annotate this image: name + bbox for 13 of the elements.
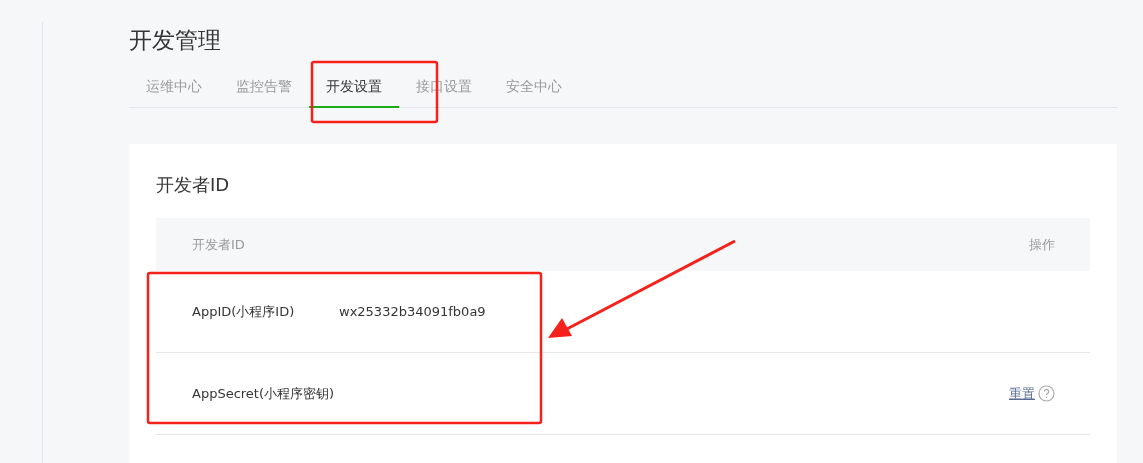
row-label: AppID(小程序ID) <box>192 302 296 321</box>
reset-link[interactable]: 重置 <box>1009 384 1035 403</box>
row-value: wx25332b34091fb0a9 <box>339 304 487 319</box>
tab[interactable]: 开发设置 <box>309 78 399 108</box>
section-title: 开发者ID <box>156 173 231 197</box>
help-icon[interactable] <box>1038 385 1055 402</box>
row-label: AppSecret(小程序密钥) <box>192 384 336 403</box>
tab[interactable]: 运维中心 <box>129 78 219 108</box>
column-header: 开发者ID <box>192 235 245 254</box>
column-header: 操作 <box>1029 235 1055 254</box>
tab[interactable]: 安全中心 <box>489 78 579 108</box>
tab[interactable]: 监控告警 <box>219 78 309 108</box>
page-title: 开发管理 <box>129 26 222 55</box>
